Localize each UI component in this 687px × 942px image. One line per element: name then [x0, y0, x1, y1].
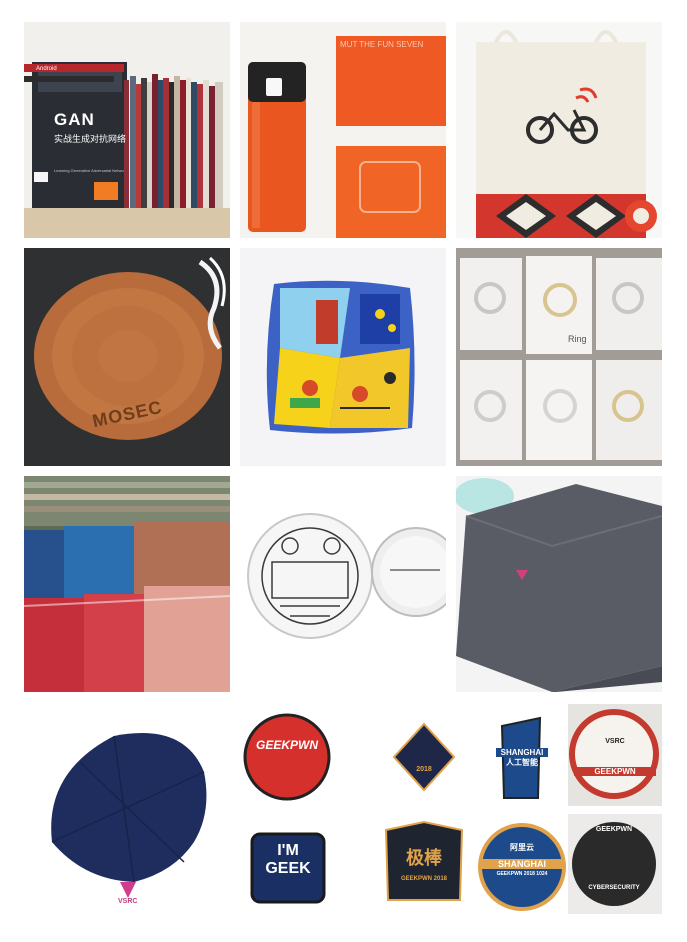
notebooks-photo [24, 476, 230, 692]
patch-2018: 2018 [394, 766, 454, 773]
orange-bottle-photo: MUT THE FUN SEVEN [240, 22, 446, 238]
patch-shanghai-1024: 阿里云 SHANGHAI GEEKPWN 2018 1024 [480, 842, 564, 877]
patch-im-geek: I'M GEEK [252, 842, 324, 878]
patch-shanghai-blue-sub: 人工智能 [506, 758, 538, 767]
umbrella-logo: VSRC [118, 898, 138, 905]
tote-bag-photo [456, 22, 662, 238]
gan-book-en-subtitle: Learning Generative Adversarial Networks [54, 168, 124, 173]
badge-buttons-photo [240, 476, 446, 692]
gray-bag-photo [456, 476, 662, 692]
patch-im-geek-text: I'M [277, 842, 299, 859]
patch-jibang-text: 极棒 [406, 848, 442, 868]
patch-cybersecurity-sub: CYBERSECURITY [588, 885, 640, 891]
gan-book-title: GAN [54, 110, 95, 129]
patch-geekpwn-red: GEEKPWN [250, 738, 324, 752]
ring-box-label: Ring [568, 334, 587, 344]
patch-vsrc-sub: GEEKPWN [574, 767, 656, 776]
books-photo: GAN 实战生成对抗网络 Learning Generative Adversa… [24, 22, 230, 238]
patch-shanghai-blue-text: SHANGHAI [496, 748, 548, 757]
phone-ring-holders-photo: Ring [456, 248, 662, 466]
umbrella-photo: VSRC [24, 702, 230, 916]
patch-2018-text: 2018 [416, 766, 432, 773]
painted-pillow-photo [240, 248, 446, 466]
patch-geekpwn-red-text: GEEKPWN [255, 738, 318, 752]
gan-book-subtitle: 实战生成对抗网络 [54, 134, 127, 144]
patch-cybersecurity-text: GEEKPWN [595, 826, 633, 833]
bottle-box-text: MUT THE FUN SEVEN [340, 40, 424, 49]
patches-area: GEEKPWN 2018 SHANGHAI 人工智能 VSRC GEEKPWN … [240, 702, 664, 916]
merchandise-collage: GAN 实战生成对抗网络 Learning Generative Adversa… [0, 0, 687, 942]
patch-vsrc-text: VSRC [605, 738, 625, 745]
wooden-coaster-photo: MOSEC [24, 248, 230, 466]
patch-shanghai-1024-text: SHANGHAI [480, 859, 564, 869]
patch-jibang-sub: GEEKPWN 2018 [400, 876, 448, 882]
patch-im-geek-sub: GEEK [265, 860, 311, 877]
patch-jibang: 极棒 GEEKPWN 2018 [386, 844, 462, 882]
android-book-spine: Android [36, 66, 57, 72]
patch-shanghai-blue: SHANGHAI 人工智能 [496, 748, 548, 768]
patch-shanghai-1024-top: 阿里云 [510, 843, 534, 852]
patch-vsrc: VSRC GEEKPWN [574, 738, 656, 776]
patch-shanghai-1024-sub: GEEKPWN 2018 1024 [496, 871, 548, 877]
patch-cybersecurity: GEEKPWN CYBERSECURITY [572, 826, 656, 891]
